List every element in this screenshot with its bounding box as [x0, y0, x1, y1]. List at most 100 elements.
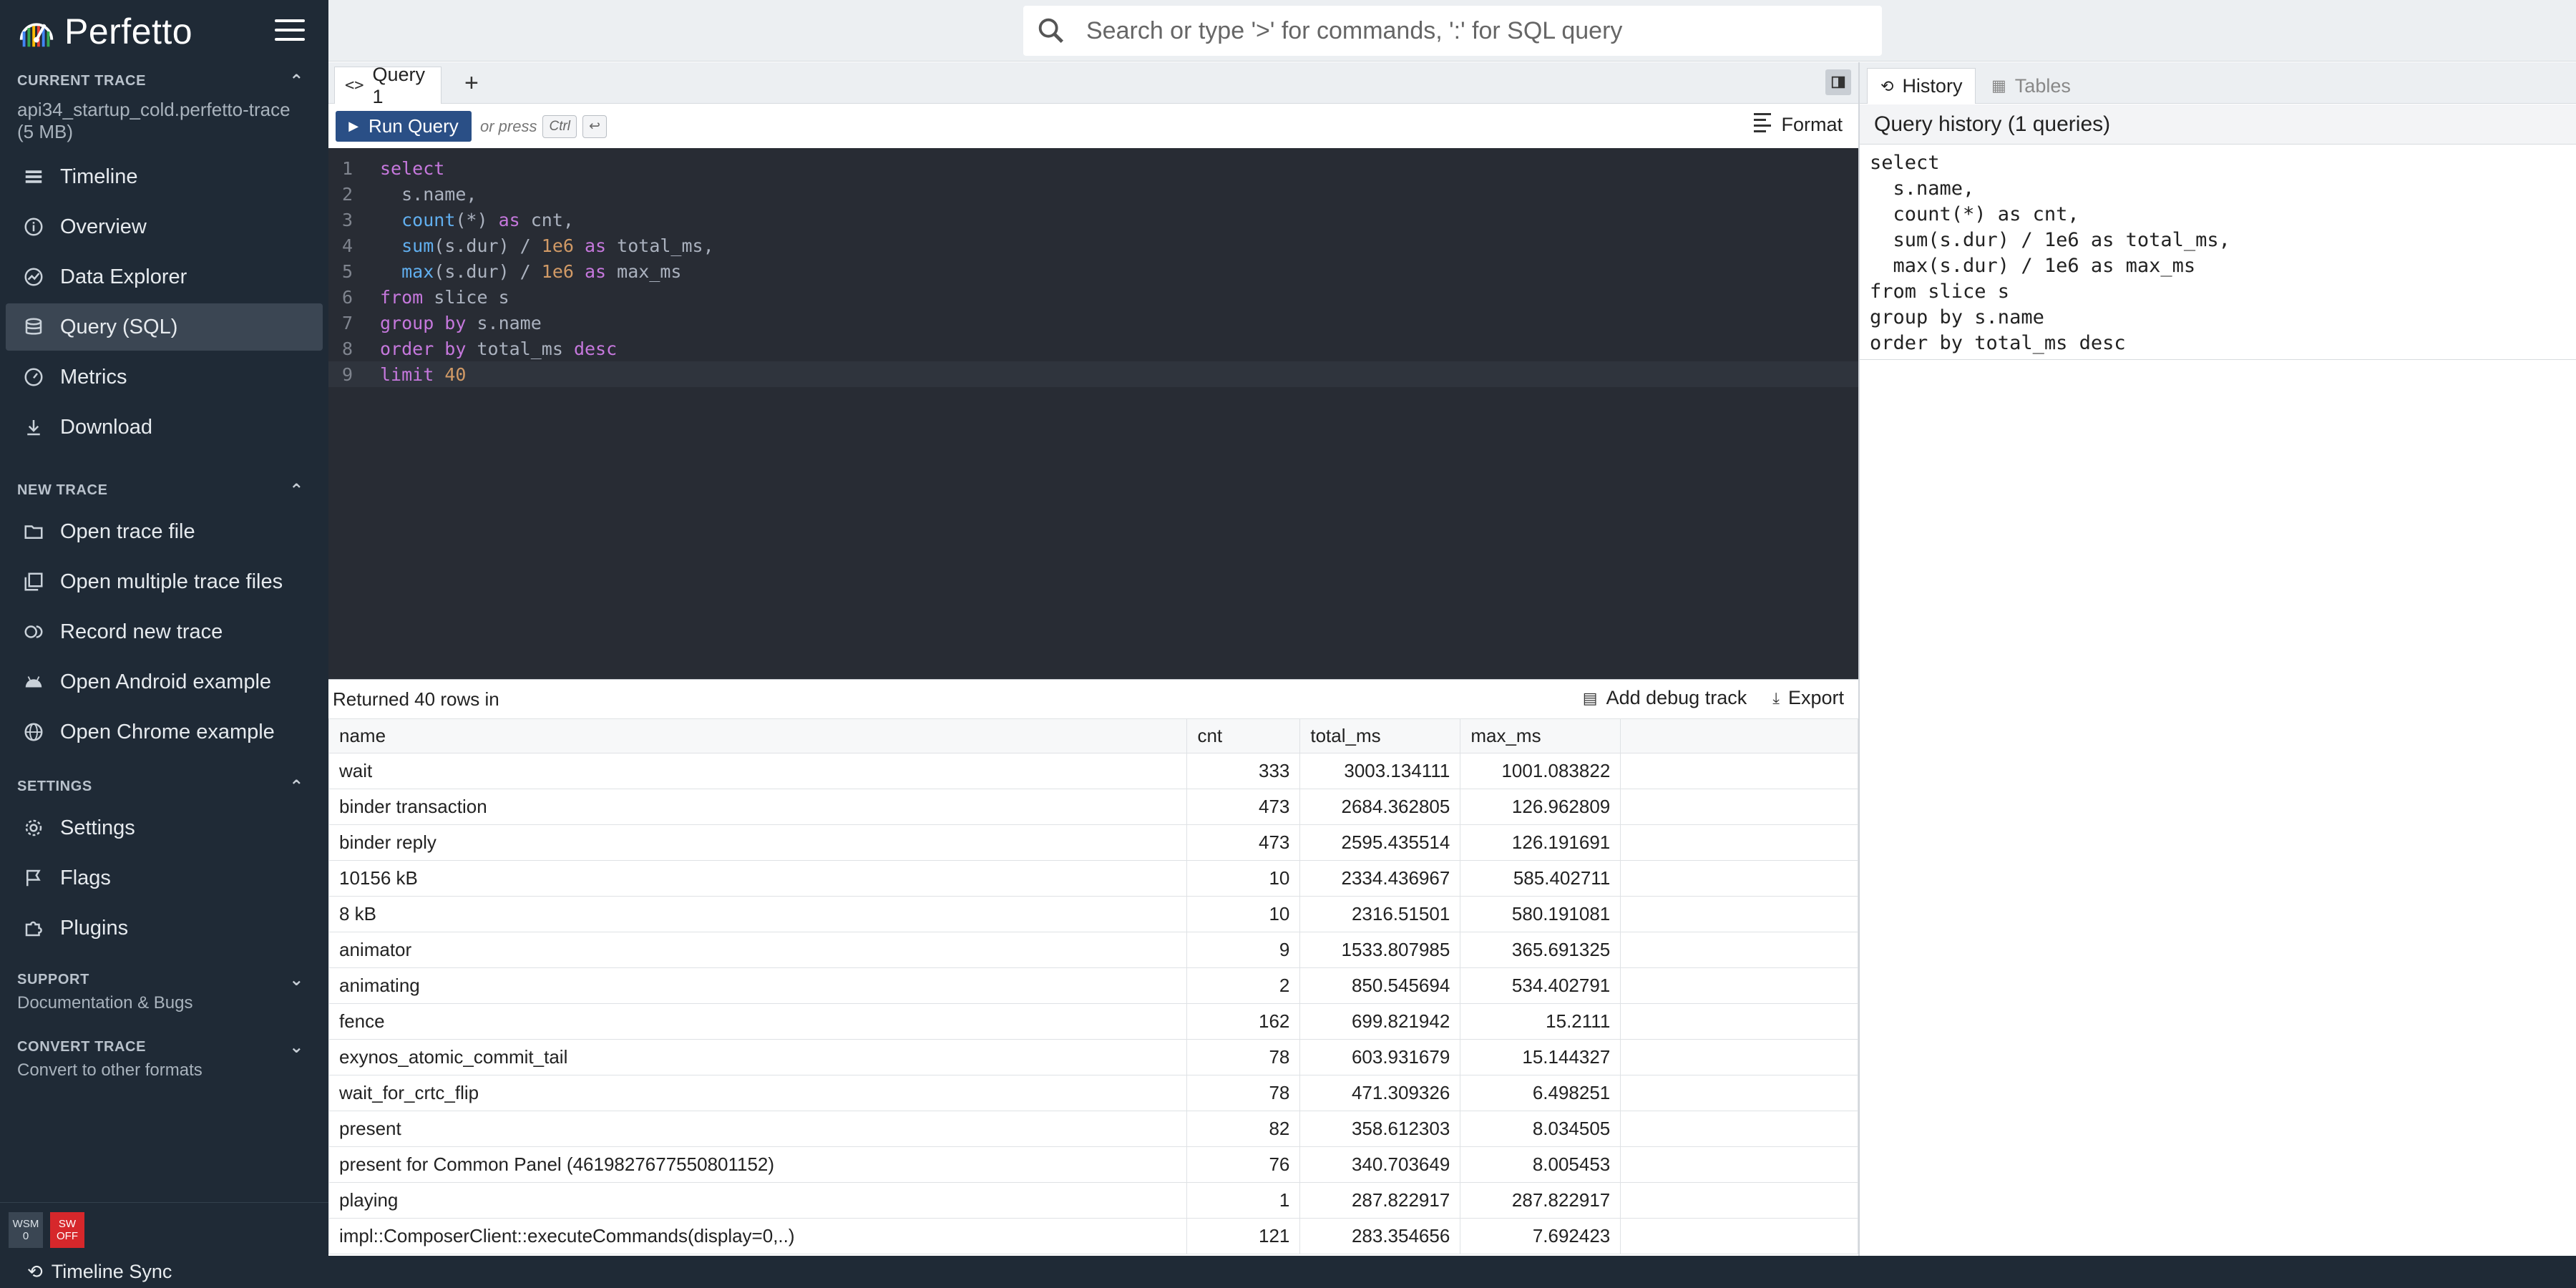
column-header-name[interactable]: name	[328, 718, 1188, 753]
sidebar-item-android-example[interactable]: Open Android example	[6, 658, 323, 706]
chevron-down-icon[interactable]: ⌄	[289, 970, 304, 990]
export-button[interactable]: ⤓ Export	[1772, 687, 1844, 709]
table-cell-total-ms: 358.612303	[1299, 1111, 1461, 1147]
table-row[interactable]: playing 1 287.822917 287.822917	[328, 1182, 1858, 1219]
table-cell-total-ms: 283.354656	[1299, 1218, 1461, 1254]
chevron-up-icon[interactable]: ⌃	[289, 71, 304, 92]
add-tab-button[interactable]: +	[464, 69, 479, 97]
wsm-badge[interactable]: WSM 0	[9, 1212, 43, 1248]
table-cell-name: 8 kB	[328, 896, 1188, 932]
table-cell-max-ms: 15.2111	[1460, 1003, 1621, 1040]
chevron-down-icon[interactable]: ⌄	[289, 1037, 304, 1058]
sidebar-item-overview[interactable]: Overview	[6, 203, 323, 250]
history-query-line: select	[1870, 152, 1940, 174]
sidebar-item-plugins[interactable]: Plugins	[6, 904, 323, 952]
sidebar-item-label: Plugins	[60, 916, 129, 940]
results-table: name cnt total_ms max_ms wait 333 3003.134…	[328, 718, 1858, 1254]
sidebar: Perfetto CURRENT TRACE ⌃ api34_startup_c…	[0, 0, 328, 1256]
sidebar-item-flags[interactable]: Flags	[6, 854, 323, 902]
table-row[interactable]: exynos_atomic_commit_tail 78 603.931679 15.…	[328, 1039, 1858, 1075]
table-cell-total-ms: 3003.134111	[1299, 753, 1461, 789]
sidebar-item-open-multiple[interactable]: Open multiple trace files	[6, 558, 323, 605]
table-row[interactable]: present 82 358.612303 8.034505	[328, 1111, 1858, 1147]
sidebar-item-label: Metrics	[60, 365, 127, 389]
sidebar-item-download[interactable]: Download	[6, 404, 323, 451]
status-bar: ⟲ Timeline Sync	[0, 1256, 2576, 1288]
line-number: 7	[342, 312, 353, 333]
flag-icon	[23, 867, 44, 889]
sidebar-item-open-trace-file[interactable]: Open trace file	[6, 508, 323, 555]
column-header-max-ms[interactable]: max_ms	[1460, 718, 1621, 753]
column-header-cnt[interactable]: cnt	[1186, 718, 1301, 753]
table-row[interactable]: binder reply 473 2595.435514 126.191691	[328, 824, 1858, 861]
tab-query-1[interactable]: <> Query 1	[334, 64, 441, 107]
sidebar-item-timeline[interactable]: Timeline	[6, 153, 323, 200]
chevron-up-icon[interactable]: ⌃	[289, 480, 304, 501]
table-row[interactable]: 10156 kB 10 2334.436967 585.402711	[328, 860, 1858, 897]
table-cell-name: animating	[328, 967, 1188, 1004]
table-row[interactable]: fence 162 699.821942 15.2111	[328, 1003, 1858, 1040]
section-support[interactable]: SUPPORT ⌄	[0, 962, 328, 997]
table-row[interactable]: wait 333 3003.134111 1001.083822	[328, 753, 1858, 789]
format-button[interactable]: Format	[1754, 113, 1843, 136]
section-new-trace[interactable]: NEW TRACE ⌃	[0, 472, 328, 508]
table-row[interactable]: impl::ComposerClient::executeCommands(di…	[328, 1218, 1858, 1254]
table-cell-filler	[1620, 1111, 1858, 1147]
table-row[interactable]: animating 2 850.545694 534.402791	[328, 967, 1858, 1004]
table-row[interactable]: wait_for_crtc_flip 78 471.309326 6.498251	[328, 1075, 1858, 1111]
table-cell-total-ms: 287.822917	[1299, 1182, 1461, 1219]
table-cell-name: wait	[328, 753, 1188, 789]
puzzle-icon	[23, 917, 44, 939]
sidebar-item-query-sql[interactable]: Query (SQL)	[6, 303, 323, 351]
tab-history[interactable]: ⟲ History	[1867, 68, 1976, 104]
kbd-enter: ↩	[582, 114, 607, 138]
sw-badge[interactable]: SW OFF	[50, 1212, 84, 1248]
results-summary: Returned 40 rows in	[333, 688, 499, 710]
column-header-total-ms[interactable]: total_ms	[1299, 718, 1461, 753]
search-input[interactable]	[1086, 16, 1859, 45]
section-current-trace[interactable]: CURRENT TRACE ⌃	[0, 63, 328, 99]
table-cell-total-ms: 2684.362805	[1299, 789, 1461, 825]
hamburger-menu-icon[interactable]	[275, 19, 305, 44]
sidebar-item-metrics[interactable]: Metrics	[6, 353, 323, 401]
tab-tables[interactable]: ▦ Tables	[1979, 68, 2084, 104]
table-row[interactable]: present for Common Panel (46198276775508…	[328, 1146, 1858, 1183]
chevron-up-icon[interactable]: ⌃	[289, 776, 304, 797]
sync-icon: ⟲	[27, 1261, 43, 1282]
table-row[interactable]: animator 9 1533.807985 365.691325	[328, 932, 1858, 968]
sql-editor[interactable]: 1 select 2 s.name, 3 count(*) as cnt, 4 …	[328, 148, 1858, 679]
chart-icon: ▤	[1582, 688, 1598, 707]
code-text: sum(s.dur) / 1e6 as total_ms,	[401, 235, 714, 256]
add-debug-track-button[interactable]: ▤ Add debug track	[1583, 687, 1747, 709]
timeline-sync-label[interactable]: Timeline Sync	[52, 1261, 172, 1283]
table-cell-cnt: 78	[1186, 1075, 1301, 1111]
table-cell-filler	[1620, 824, 1858, 861]
table-cell-filler	[1620, 1146, 1858, 1183]
section-convert-trace[interactable]: CONVERT TRACE ⌄	[0, 1029, 328, 1065]
sidebar-item-settings[interactable]: Settings	[6, 804, 323, 852]
panel-toggle-icon[interactable]	[1825, 69, 1851, 95]
section-settings[interactable]: SETTINGS ⌃	[0, 769, 328, 804]
run-query-button[interactable]: ▶ Run Query	[336, 111, 472, 142]
history-query-line: sum(s.dur) / 1e6 as total_ms,	[1870, 229, 2230, 251]
section-support-heading: SUPPORT	[17, 971, 89, 987]
section-current-trace-heading: CURRENT TRACE	[17, 72, 147, 89]
sidebar-item-record-trace[interactable]: Record new trace	[6, 608, 323, 655]
table-cell-total-ms: 2334.436967	[1299, 860, 1461, 897]
sidebar-item-data-explorer[interactable]: Data Explorer	[6, 253, 323, 301]
sw-badge-value: OFF	[57, 1230, 78, 1242]
line-number: 5	[342, 260, 353, 282]
info-icon	[23, 216, 44, 238]
history-entry[interactable]: select s.name, count(*) as cnt, sum(s.du…	[1860, 149, 2576, 360]
code-text: limit 40	[380, 364, 467, 385]
table-row[interactable]: binder transaction 473 2684.362805 126.9628…	[328, 789, 1858, 825]
sidebar-item-chrome-example[interactable]: Open Chrome example	[6, 708, 323, 756]
table-cell-name: present	[328, 1111, 1188, 1147]
omnibox[interactable]	[1023, 6, 1882, 56]
table-cell-max-ms: 534.402791	[1460, 967, 1621, 1004]
line-number: 1	[342, 157, 353, 179]
code-text: select	[380, 157, 445, 179]
history-tabs-bar: ⟲ History ▦ Tables	[1860, 62, 2576, 104]
table-row[interactable]: 8 kB 10 2316.51501 580.191081	[328, 896, 1858, 932]
table-cell-cnt: 333	[1186, 753, 1301, 789]
